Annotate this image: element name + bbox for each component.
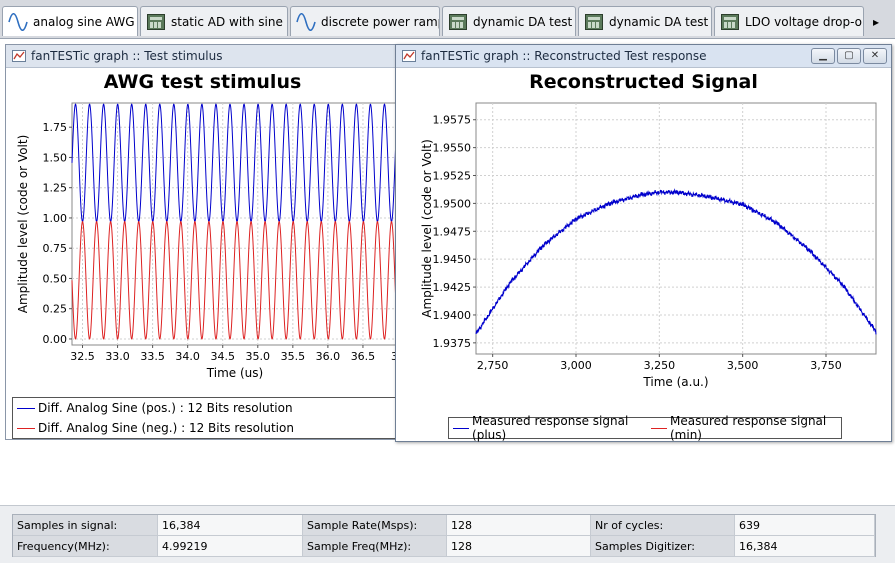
info-value: 128 (447, 536, 591, 557)
tab-ldo-voltage-drop-out[interactable]: LDO voltage drop-out ✕ (714, 6, 864, 36)
x-tick-label: 2,750 (477, 359, 509, 372)
y-tick-label: 0.25 (43, 303, 68, 316)
plot-area (475, 102, 877, 355)
y-tick-label: 0.00 (43, 333, 68, 346)
tab-analog-sine-awg[interactable]: analog sine AWG ✕ (2, 6, 138, 36)
y-tick-label: 1.9500 (433, 197, 472, 210)
x-axis-label: Time (a.u.) (642, 375, 708, 389)
chart-legend: Diff. Analog Sine (pos.) : 12 Bits resol… (12, 397, 396, 439)
x-tick-label: 36.5 (351, 350, 376, 363)
tab-discrete-power-ramp[interactable]: discrete power ramp ✕ (290, 6, 440, 36)
x-tick-label: 3,250 (644, 359, 676, 372)
y-tick-label: 1.25 (43, 182, 68, 195)
info-value: 639 (735, 515, 875, 536)
close-button[interactable]: ✕ (863, 48, 887, 64)
info-value: 4.99219 (158, 536, 303, 557)
y-tick-label: 1.9375 (433, 337, 472, 350)
y-tick-label: 1.9475 (433, 225, 472, 238)
x-tick-label: 34.0 (175, 350, 200, 363)
tab-label: static AD with sine (171, 14, 283, 29)
legend-item-min: Measured response signal (min) (645, 414, 841, 442)
legend-label: Measured response signal (min) (670, 414, 827, 442)
y-axis-label: Amplitude level (code or Volt) (16, 135, 30, 314)
y-tick-label: 1.9575 (433, 114, 472, 127)
tab-static-ad-with-sine[interactable]: static AD with sine ✕ (140, 6, 288, 36)
info-value: 16,384 (158, 515, 303, 536)
app-graph-icon (402, 50, 416, 62)
x-tick-label: 34.5 (210, 350, 235, 363)
y-axis-label: Amplitude level (code or Volt) (420, 139, 434, 318)
tab-scroll-right-icon[interactable]: ▸ (866, 12, 886, 32)
y-tick-label: 1.00 (43, 212, 68, 225)
graph-window-reconstructed-response[interactable]: fanTESTic graph :: Reconstructed Test re… (395, 44, 892, 442)
info-label: Frequency(MHz): (13, 536, 158, 557)
tab-label: analog sine AWG (33, 14, 135, 29)
tab-dynamic-da-test-2[interactable]: dynamic DA test ✕ (578, 6, 712, 36)
legend-label: Measured response signal (plus) (472, 414, 629, 442)
awg-stimulus-plot[interactable]: 0.00 0.25 0.50 0.75 1.00 1.25 1.50 1.75 32.5 33.0… (6, 97, 399, 393)
data-grid-icon (145, 12, 167, 32)
x-tick-label: 3,500 (727, 359, 759, 372)
y-tick-label: 1.9425 (433, 281, 472, 294)
window-title: fanTESTic graph :: Test stimulus (31, 49, 223, 63)
info-label: Sample Rate(Msps): (303, 515, 447, 536)
graph-window-test-stimulus[interactable]: fanTESTic graph :: Test stimulus AWG tes… (5, 44, 400, 440)
y-tick-label: 1.9550 (433, 142, 472, 155)
y-tick-label: 1.9450 (433, 253, 472, 266)
info-label: Sample Freq(MHz): (303, 536, 447, 557)
tab-label: dynamic DA test (473, 14, 573, 29)
y-tick-label: 0.75 (43, 242, 68, 255)
x-axis-label: Time (us) (206, 366, 263, 380)
x-tick-label: 3,000 (560, 359, 592, 372)
y-tick-label: 1.75 (43, 121, 68, 134)
legend-item-plus: Measured response signal (plus) (449, 414, 645, 442)
y-tick-label: 1.50 (43, 151, 68, 164)
tab-label: discrete power ramp (321, 14, 440, 29)
close-icon: ✕ (870, 50, 880, 61)
tab-dynamic-da-test-1[interactable]: dynamic DA test ✕ (442, 6, 576, 36)
legend-label: Diff. Analog Sine (neg.) : 12 Bits resol… (38, 421, 294, 435)
window-title: fanTESTic graph :: Reconstructed Test re… (421, 49, 707, 63)
info-label: Nr of cycles: (591, 515, 735, 536)
legend-item-neg: Diff. Analog Sine (neg.) : 12 Bits resol… (13, 418, 395, 438)
x-tick-label: 35.5 (281, 350, 306, 363)
maximize-button[interactable]: ▢ (837, 48, 861, 64)
sine-wave-icon (7, 12, 29, 32)
data-grid-icon (583, 12, 605, 32)
app-graph-icon (12, 50, 26, 62)
chart-title: AWG test stimulus (103, 71, 302, 93)
close-icon[interactable]: ✕ (287, 14, 288, 30)
maximize-icon: ▢ (844, 50, 854, 61)
info-value: 16,384 (735, 536, 875, 557)
x-tick-label: 3,750 (810, 359, 842, 372)
reconstructed-signal-plot[interactable]: 1.9375 1.9400 1.9425 1.9450 1.9475 1.9500 1.95… (396, 97, 891, 409)
minimize-button[interactable]: ▁ (811, 48, 835, 64)
x-tick-label: 33.0 (105, 350, 130, 363)
info-label: Samples Digitizer: (591, 536, 735, 557)
sine-wave-icon (295, 12, 317, 32)
minimize-icon: ▁ (819, 50, 827, 61)
y-tick-label: 1.9525 (433, 170, 472, 183)
document-tab-bar: analog sine AWG ✕ static AD with sine ✕ … (0, 0, 895, 39)
x-tick-label: 33.5 (140, 350, 165, 363)
data-grid-icon (447, 12, 469, 32)
y-tick-label: 0.50 (43, 272, 68, 285)
legend-item-pos: Diff. Analog Sine (pos.) : 12 Bits resol… (13, 398, 395, 418)
legend-label: Diff. Analog Sine (pos.) : 12 Bits resol… (38, 401, 293, 415)
y-tick-label: 1.9400 (433, 309, 472, 322)
chart-title: Reconstructed Signal (529, 71, 758, 93)
signal-info-table: Samples in signal: 16,384 Sample Rate(Ms… (12, 514, 876, 557)
window-title-bar[interactable]: fanTESTic graph :: Test stimulus (6, 45, 399, 68)
tab-label: LDO voltage drop-out (745, 14, 864, 29)
data-grid-icon (719, 12, 741, 32)
chart-legend: Measured response signal (plus) Measured… (448, 414, 842, 442)
tab-label: dynamic DA test (609, 14, 709, 29)
x-tick-label: 36.0 (316, 350, 341, 363)
x-tick-label: 32.5 (70, 350, 95, 363)
window-title-bar[interactable]: fanTESTic graph :: Reconstructed Test re… (396, 45, 891, 68)
info-label: Samples in signal: (13, 515, 158, 536)
x-tick-label: 35.0 (246, 350, 271, 363)
info-value: 128 (447, 515, 591, 536)
